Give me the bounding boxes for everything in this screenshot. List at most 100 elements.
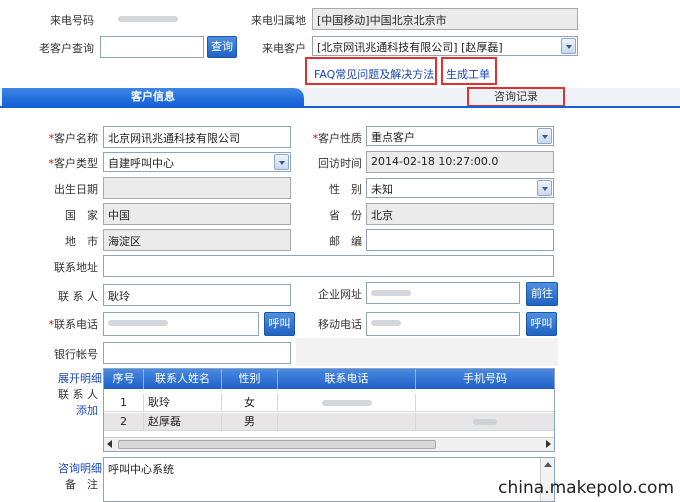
table-row[interactable]: 1 耿玲 女 — [104, 394, 554, 412]
customer-nature-text: 客户性质 — [318, 132, 362, 145]
district-label: 地 市 — [65, 235, 98, 248]
cell-gender: 男 — [222, 413, 278, 431]
country-field: 中国 — [103, 203, 291, 225]
cell-mobile — [416, 394, 554, 412]
caller-customer-label: 来电客户 — [262, 42, 306, 55]
contact-label: 联 系 人 — [58, 290, 98, 303]
phone-field[interactable] — [103, 312, 259, 336]
goto-button[interactable]: 前往 — [526, 282, 558, 306]
customer-name-field[interactable]: 北京网讯兆通科技有限公司 — [103, 126, 291, 148]
chevron-down-icon[interactable] — [537, 128, 552, 144]
add-contact-link[interactable]: 添加 — [76, 402, 98, 418]
bank-field[interactable] — [103, 342, 291, 364]
scroll-thumb[interactable] — [118, 440, 436, 449]
call-button[interactable]: 呼叫 — [264, 312, 295, 336]
contacts-table-header: 序号 联系人姓名 性别 联系电话 手机号码 — [104, 369, 554, 389]
district-field: 海淀区 — [103, 229, 291, 251]
tab-underline — [0, 106, 680, 108]
customer-nature-label: *客户性质 — [296, 130, 363, 146]
old-customer-label: 老客户查询 — [39, 42, 94, 55]
bank-label: 银行帐号 — [54, 348, 98, 361]
website-field[interactable] — [366, 282, 520, 304]
mobile-field[interactable] — [366, 312, 520, 336]
call-button-mobile[interactable]: 呼叫 — [526, 312, 557, 336]
postcode-label: 邮 编 — [329, 235, 362, 248]
cell-name: 耿玲 — [144, 394, 222, 412]
contacts-label: 联 系 人 — [58, 388, 98, 401]
caller-number-value — [100, 12, 230, 28]
col-header-name: 联系人姓名 — [144, 369, 222, 389]
redacted-phone — [321, 400, 372, 406]
scroll-up-icon[interactable] — [544, 462, 552, 467]
contacts-table: 序号 联系人姓名 性别 联系电话 手机号码 1 耿玲 女 2 赵厚磊 男 — [103, 368, 555, 452]
customer-type-select[interactable]: 自建呼叫中心 — [103, 152, 291, 172]
table-horizontal-scrollbar[interactable] — [104, 437, 554, 451]
consult-detail-link[interactable]: 咨询明细 — [58, 460, 102, 476]
country-label: 国 家 — [65, 209, 98, 222]
redacted-mobile — [473, 419, 497, 425]
remark-value: 呼叫中心系统 — [108, 463, 174, 476]
consult-highlight-box — [467, 87, 565, 107]
redacted-phone — [108, 320, 168, 326]
customer-type-text: 客户类型 — [54, 157, 98, 170]
search-button[interactable]: 查询 — [207, 36, 237, 58]
gender-value: 未知 — [371, 183, 393, 196]
cell-no: 1 — [104, 394, 144, 412]
province-label: 省 份 — [329, 209, 362, 222]
caller-customer-value: [北京网讯兆通科技有限公司] [赵厚磊] — [317, 41, 503, 54]
phone-text: 联系电话 — [54, 318, 98, 331]
mobile-label: 移动电话 — [318, 318, 362, 331]
gender-label: 性 别 — [329, 183, 362, 196]
redacted-number — [118, 16, 178, 22]
caller-location-label: 来电归属地 — [251, 14, 306, 27]
chevron-down-icon[interactable] — [274, 154, 289, 170]
visit-time-label: 回访时间 — [318, 157, 362, 170]
scroll-right-icon[interactable] — [546, 440, 551, 448]
col-header-phone: 联系电话 — [278, 369, 416, 389]
customer-name-text: 客户名称 — [54, 132, 98, 145]
remark-label: 备 注 — [65, 478, 98, 491]
gender-select[interactable]: 未知 — [366, 178, 554, 198]
faq-highlight-box — [305, 57, 437, 85]
col-header-no: 序号 — [104, 369, 144, 389]
cell-name: 赵厚磊 — [144, 413, 222, 431]
postcode-field[interactable] — [366, 229, 554, 251]
ticket-highlight-box — [441, 57, 497, 85]
cell-mobile — [416, 413, 554, 431]
caller-customer-select[interactable]: [北京网讯兆通科技有限公司] [赵厚磊] — [312, 36, 578, 56]
redacted-mobile — [371, 320, 401, 326]
expand-details-link[interactable]: 展开明细 — [58, 370, 102, 386]
customer-name-label: *客户名称 — [20, 130, 99, 146]
address-field[interactable] — [103, 255, 554, 277]
tab-customer-info[interactable]: 客户信息 — [2, 88, 304, 106]
visit-time-field: 2014-02-18 10:27:00.0 — [366, 151, 554, 173]
address-label: 联系地址 — [54, 261, 98, 274]
chevron-down-icon[interactable] — [537, 180, 552, 196]
caller-number-label: 来电号码 — [50, 14, 94, 27]
cell-no: 2 — [104, 413, 144, 431]
customer-type-value: 自建呼叫中心 — [108, 157, 174, 170]
table-row[interactable]: 2 赵厚磊 男 — [104, 413, 554, 431]
col-header-mobile: 手机号码 — [463, 372, 507, 385]
watermark: china.makepolo.com — [498, 478, 674, 498]
caller-location-field: [中国移动]中国北京北京市 — [312, 8, 578, 30]
contact-field[interactable]: 耿玲 — [103, 284, 291, 306]
customer-type-label: *客户类型 — [20, 155, 99, 171]
phone-label: *联系电话 — [20, 316, 99, 332]
cell-gender: 女 — [222, 394, 278, 412]
cell-phone — [278, 413, 416, 431]
scroll-left-icon[interactable] — [107, 440, 112, 448]
col-header-gender: 性别 — [222, 369, 278, 389]
customer-nature-select[interactable]: 重点客户 — [366, 126, 554, 146]
customer-nature-value: 重点客户 — [371, 131, 415, 144]
cell-phone — [278, 394, 416, 412]
redacted-url — [371, 290, 411, 296]
old-customer-input[interactable] — [100, 36, 204, 58]
province-field: 北京 — [366, 203, 554, 225]
chevron-down-icon[interactable] — [561, 38, 576, 54]
bank-row-filler — [296, 338, 558, 366]
birth-date-label: 出生日期 — [54, 183, 98, 196]
remark-textarea[interactable]: 呼叫中心系统 — [103, 457, 555, 502]
website-label: 企业网址 — [318, 288, 362, 301]
birth-date-field — [103, 177, 291, 199]
